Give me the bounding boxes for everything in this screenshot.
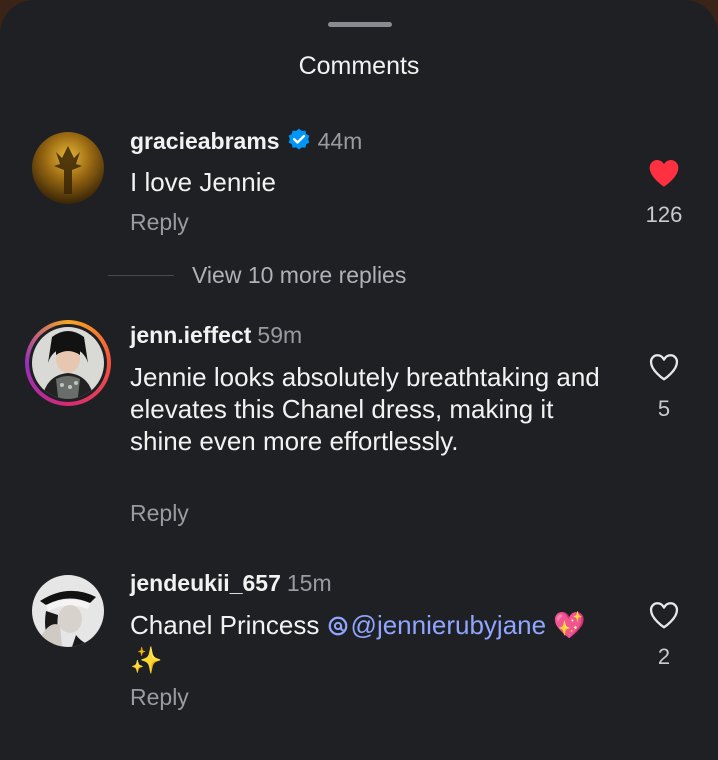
sheet-title: Comments [298, 52, 420, 80]
heart-outline-icon [649, 354, 679, 381]
reply-button[interactable]: Reply [130, 684, 189, 711]
like-button[interactable]: 5 [630, 352, 698, 422]
view-more-replies[interactable]: View 10 more replies [108, 262, 448, 292]
mention-handle: @jennierubyjane [350, 610, 547, 640]
drag-handle[interactable] [328, 22, 392, 27]
username[interactable]: jenn.ieffect [130, 322, 251, 348]
heart-outline-icon [649, 602, 679, 629]
view-more-replies-label: View 10 more replies [192, 262, 407, 288]
like-button[interactable]: 126 [630, 158, 698, 228]
reply-button[interactable]: Reply [130, 500, 189, 527]
heart-filled-icon [649, 160, 679, 187]
comment-time: 59m [257, 322, 303, 348]
divider [108, 275, 174, 276]
mention-link[interactable]: @jennierubyjane [327, 610, 547, 640]
like-button[interactable]: 2 [630, 600, 698, 670]
comment-meta: gracieabrams 44m [130, 127, 362, 159]
username[interactable]: gracieabrams [130, 128, 280, 154]
comment-meta: jenn.ieffect 59m [130, 322, 302, 349]
avatar[interactable] [32, 575, 104, 647]
comment-time: 44m [317, 128, 363, 154]
reply-button[interactable]: Reply [130, 209, 189, 236]
threads-icon [327, 612, 349, 644]
comments-sheet: Comments gracieabrams 44m I love Jennie R… [0, 0, 718, 760]
avatar[interactable] [32, 132, 104, 204]
comment-text: Chanel Princess @jennierubyjane 💖 ✨ [130, 609, 610, 676]
username[interactable]: jendeukii_657 [130, 570, 281, 596]
comment-text: I love Jennie [130, 167, 276, 197]
comment-meta: jendeukii_657 15m [130, 570, 332, 597]
comment-text-part: Chanel Princess [130, 610, 327, 640]
verified-badge-icon [286, 127, 312, 159]
like-count: 2 [657, 644, 671, 669]
comment-text: Jennie looks absolutely breathtaking and… [130, 362, 600, 456]
like-count: 5 [657, 396, 671, 421]
like-count: 126 [645, 202, 683, 227]
avatar[interactable] [32, 327, 104, 399]
comment-time: 15m [286, 570, 332, 596]
